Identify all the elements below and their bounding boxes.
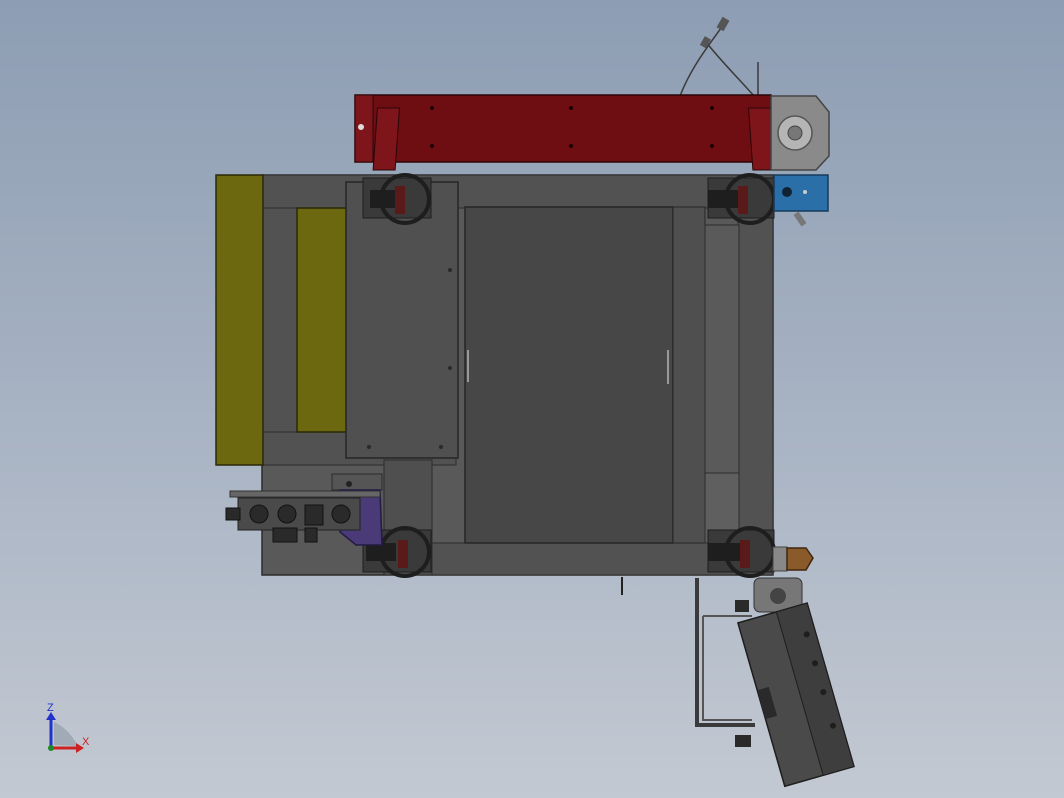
olive-panel-inner <box>296 207 348 433</box>
caster-wheel-top-right <box>707 173 776 225</box>
frame-top-rail <box>261 174 774 209</box>
center-panel-side <box>672 206 706 544</box>
machine-top-view-model <box>215 16 855 788</box>
right-inner-channel <box>704 224 740 476</box>
red-top-beam <box>354 94 772 163</box>
blue-block-port <box>782 187 792 197</box>
handle-knob <box>735 735 751 747</box>
blue-block-fitting <box>793 211 807 227</box>
triad-plane-shade <box>54 722 78 746</box>
axis-triad: Z X <box>46 702 90 753</box>
blue-sensor-block <box>773 174 829 212</box>
caster-wheel-bottom-right <box>707 526 776 578</box>
olive-panel-outer <box>215 174 264 466</box>
tilted-control-box <box>736 602 855 788</box>
connector-screw <box>346 481 352 487</box>
motor-hub-center <box>787 125 803 141</box>
frame-left-inner-rail <box>261 207 298 433</box>
caster-wheel-top-left <box>362 173 432 225</box>
connector-bar <box>229 490 381 498</box>
z-axis-label: Z <box>47 702 54 714</box>
triad-origin <box>48 745 54 751</box>
center-panel <box>464 206 674 544</box>
red-beam-bracket-left <box>372 107 400 171</box>
cad-viewport[interactable]: Z X <box>0 0 1064 798</box>
top-cables <box>679 23 759 98</box>
red-beam-end-plate <box>354 94 374 163</box>
brown-fitting-mount <box>772 546 788 572</box>
handle-knob <box>735 600 749 612</box>
handle-clamp-hole <box>770 588 786 604</box>
frame-right-rail <box>737 174 774 576</box>
x-axis-label: X <box>82 736 90 748</box>
blue-block-port <box>803 190 807 194</box>
cable-connector <box>716 16 730 32</box>
connector-mount-plate <box>331 473 383 491</box>
brown-fitting <box>786 547 814 571</box>
